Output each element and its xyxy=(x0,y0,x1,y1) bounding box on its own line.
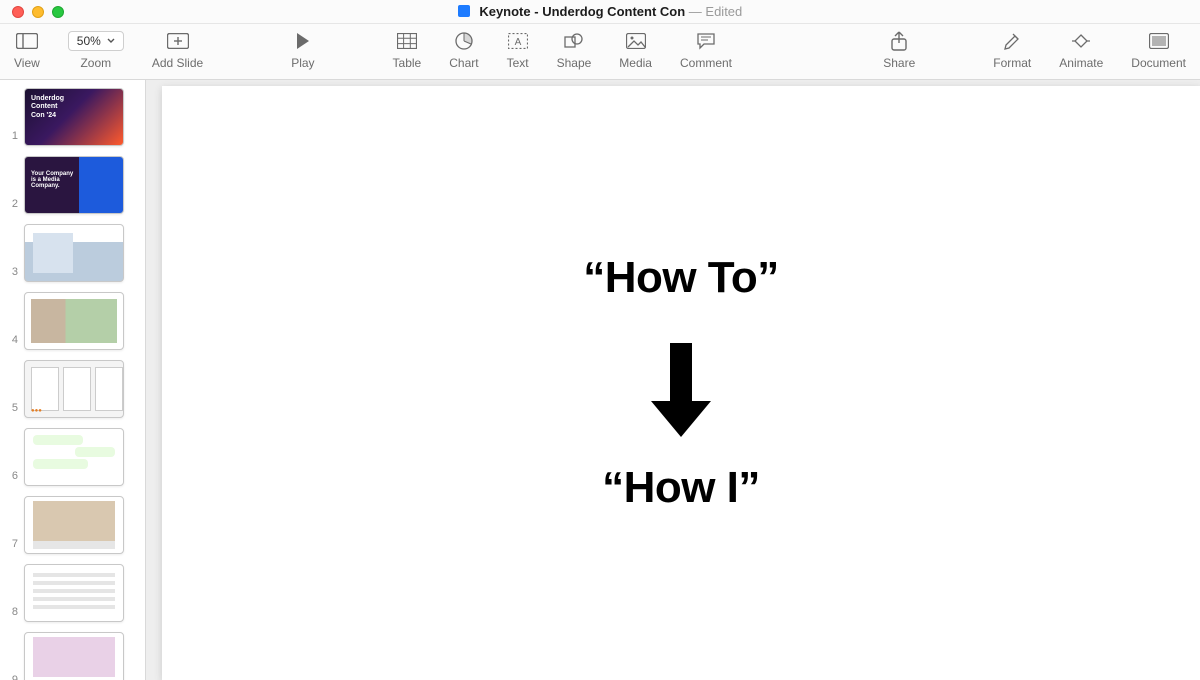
thumbnail-8[interactable]: 8 xyxy=(6,564,139,622)
animate-button[interactable]: Animate xyxy=(1045,24,1117,79)
zoom-value: 50% xyxy=(77,34,101,48)
share-button[interactable]: Share xyxy=(869,24,929,79)
slide-thumbnail[interactable] xyxy=(24,564,124,622)
slide-canvas-area[interactable]: “How To” “How I” xyxy=(146,80,1200,680)
slide-thumbnail[interactable] xyxy=(24,632,124,680)
add-slide-button[interactable]: Add Slide xyxy=(138,24,217,79)
zoom-chip[interactable]: 50% xyxy=(68,31,124,51)
media-button[interactable]: Media xyxy=(605,24,666,79)
zoom-label: Zoom xyxy=(80,56,111,70)
thumbnail-2[interactable]: 2 Your Company is a Media Company. xyxy=(6,156,139,214)
slide-thumbnail[interactable] xyxy=(24,224,124,282)
slide-thumbnail[interactable] xyxy=(24,428,124,486)
chart-button[interactable]: Chart xyxy=(435,24,492,79)
document-icon xyxy=(1149,30,1169,52)
play-button[interactable]: Play xyxy=(277,24,328,79)
plus-slide-icon xyxy=(167,30,189,52)
view-button[interactable]: View xyxy=(0,24,54,79)
zoom-button[interactable]: 50% Zoom xyxy=(54,24,138,79)
doc-name-label: Underdog Content Con xyxy=(542,4,685,19)
media-icon xyxy=(626,30,646,52)
svg-text:A: A xyxy=(514,37,521,48)
titlebar: Keynote - Underdog Content Con — Edited xyxy=(0,0,1200,24)
comment-icon xyxy=(696,30,716,52)
document-button[interactable]: Document xyxy=(1117,24,1200,79)
comment-button[interactable]: Comment xyxy=(666,24,746,79)
view-label: View xyxy=(14,56,40,70)
play-icon xyxy=(295,30,311,52)
shape-button[interactable]: Shape xyxy=(543,24,606,79)
window-title: Keynote - Underdog Content Con — Edited xyxy=(0,4,1200,19)
slide-thumbnail[interactable]: ●●● xyxy=(24,360,124,418)
current-slide[interactable]: “How To” “How I” xyxy=(162,86,1200,680)
app-name-label: Keynote xyxy=(479,4,530,19)
doc-status-label: Edited xyxy=(705,4,742,19)
text-icon: A xyxy=(508,30,528,52)
slide-thumbnail[interactable]: Underdog Content Con '24 xyxy=(24,88,124,146)
toolbar: View 50% Zoom Add Slide xyxy=(0,24,1200,80)
thumbnail-4[interactable]: 4 xyxy=(6,292,139,350)
chevron-down-icon xyxy=(107,38,115,44)
thumbnail-9[interactable]: 9 xyxy=(6,632,139,680)
close-button[interactable] xyxy=(12,6,24,18)
slide-text-top[interactable]: “How To” xyxy=(583,253,779,303)
add-slide-label: Add Slide xyxy=(152,56,203,70)
table-button[interactable]: Table xyxy=(379,24,436,79)
slide-thumbnail[interactable] xyxy=(24,292,124,350)
format-icon xyxy=(1003,30,1021,52)
thumbnail-6[interactable]: 6 xyxy=(6,428,139,486)
minimize-button[interactable] xyxy=(32,6,44,18)
text-button[interactable]: A Text xyxy=(493,24,543,79)
keynote-app-icon xyxy=(458,5,470,17)
slide-thumbnail[interactable] xyxy=(24,496,124,554)
format-button[interactable]: Format xyxy=(979,24,1045,79)
sidebar-icon xyxy=(16,30,38,52)
play-label: Play xyxy=(291,56,314,70)
animate-icon xyxy=(1070,30,1092,52)
chart-icon xyxy=(455,30,473,52)
slide-text-bottom[interactable]: “How I” xyxy=(602,463,760,513)
window-controls xyxy=(0,6,64,18)
slide-thumbnail[interactable]: Your Company is a Media Company. xyxy=(24,156,124,214)
slide-navigator[interactable]: 1 Underdog Content Con '24 2 Your Compan… xyxy=(0,80,146,680)
thumbnail-5[interactable]: 5 ●●● xyxy=(6,360,139,418)
thumbnail-1[interactable]: 1 Underdog Content Con '24 xyxy=(6,88,139,146)
body: 1 Underdog Content Con '24 2 Your Compan… xyxy=(0,80,1200,680)
share-icon xyxy=(891,30,907,52)
thumbnail-7[interactable]: 7 xyxy=(6,496,139,554)
table-icon xyxy=(397,30,417,52)
maximize-button[interactable] xyxy=(52,6,64,18)
app-window: Keynote - Underdog Content Con — Edited … xyxy=(0,0,1200,680)
shape-icon xyxy=(564,30,584,52)
thumbnail-3[interactable]: 3 xyxy=(6,224,139,282)
